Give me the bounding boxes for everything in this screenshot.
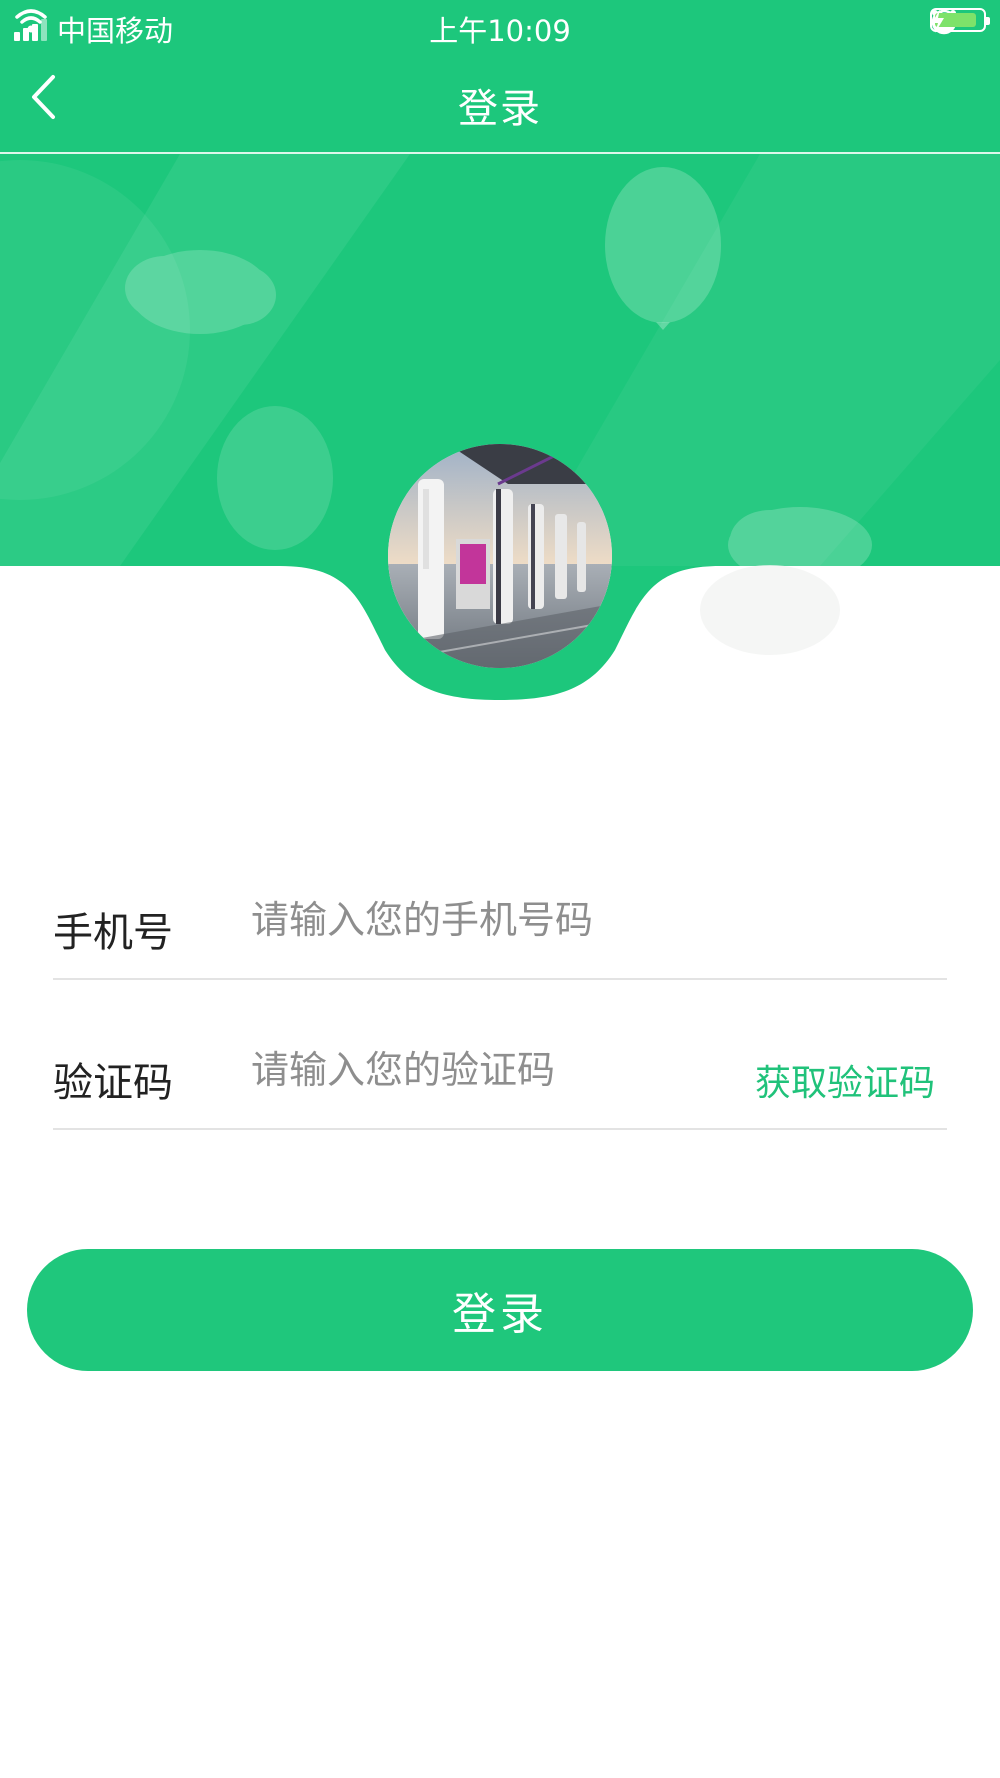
login-screen: 中国移动 上午10:09 登录 手机号 请输入您的手机号码 验证码 请输入您的验…: [0, 0, 1000, 1778]
phone-row: 手机号: [53, 860, 947, 980]
balloon-shape: [217, 406, 333, 550]
code-label: 验证码: [53, 1060, 173, 1106]
get-code-button[interactable]: 获取验证码: [755, 1054, 935, 1106]
status-right: [930, 8, 990, 35]
status-bar: 中国移动 上午10:09: [0, 0, 1000, 50]
hero-banner: 中国移动 上午10:09 登录: [0, 0, 1000, 700]
charging-icon: [932, 9, 944, 33]
page-title: 登录: [458, 86, 542, 132]
login-button-label: 登录: [452, 1289, 548, 1340]
nav-bar: 登录: [0, 50, 1000, 154]
status-time: 上午10:09: [429, 14, 571, 48]
code-input[interactable]: [251, 1040, 691, 1100]
phone-label: 手机号: [53, 910, 173, 956]
login-button[interactable]: 登录: [27, 1249, 973, 1371]
charging-station-image: [388, 444, 612, 668]
avatar: [388, 444, 612, 668]
code-row: 验证码 获取验证码: [53, 1010, 947, 1130]
phone-input[interactable]: [251, 890, 931, 950]
